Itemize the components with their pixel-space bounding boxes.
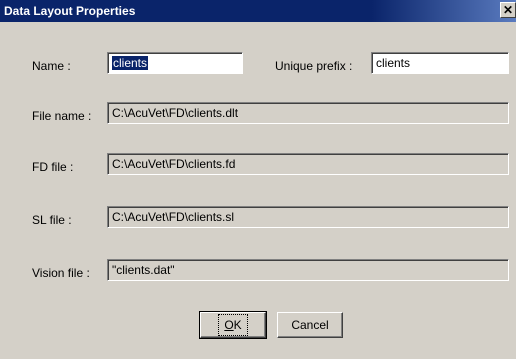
dialog-title: Data Layout Properties [4,4,136,18]
unique-prefix-input-value: clients [376,56,411,70]
file-name-field[interactable]: C:\AcuVet\FD\clients.dlt [107,102,509,124]
vision-file-value: "clients.dat" [112,263,175,277]
sl-file-field[interactable]: C:\AcuVet\FD\clients.sl [107,206,509,228]
name-label: Name : [32,59,71,73]
vision-file-label: Vision file : [32,266,90,280]
vision-file-field[interactable]: "clients.dat" [107,259,509,281]
unique-prefix-input[interactable]: clients [371,52,509,74]
title-bar[interactable]: Data Layout Properties ✕ [0,0,516,22]
unique-prefix-label: Unique prefix : [275,59,353,73]
data-layout-properties-dialog: Data Layout Properties ✕ Name : clients … [0,0,516,359]
name-input-value: clients [112,56,149,70]
ok-rest: K [233,318,242,332]
file-name-label: File name : [32,109,92,123]
fd-file-value: C:\AcuVet\FD\clients.fd [112,157,236,171]
ok-button-label: OK [218,314,248,336]
cancel-button-label: Cancel [291,318,329,332]
ok-button[interactable]: OK [199,311,267,339]
close-button[interactable]: ✕ [500,2,516,18]
fd-file-label: FD file : [32,160,74,174]
fd-file-field[interactable]: C:\AcuVet\FD\clients.fd [107,153,509,175]
ok-mnemonic: O [224,318,234,332]
file-name-value: C:\AcuVet\FD\clients.dlt [112,106,239,120]
sl-file-value: C:\AcuVet\FD\clients.sl [112,210,235,224]
name-input[interactable]: clients [107,52,243,74]
close-icon: ✕ [502,3,514,17]
sl-file-label: SL file : [32,213,72,227]
cancel-button[interactable]: Cancel [277,312,343,338]
